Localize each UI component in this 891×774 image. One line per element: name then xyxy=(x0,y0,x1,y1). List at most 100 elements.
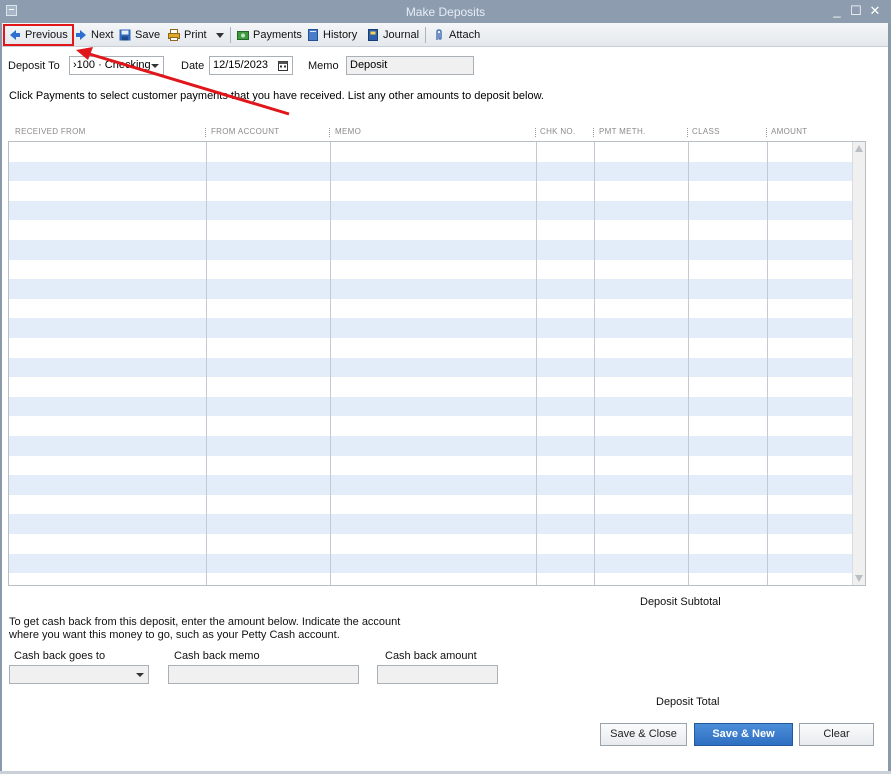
journal-label: Journal xyxy=(383,29,420,41)
col-header-received-from[interactable]: RECEIVED FROM xyxy=(15,127,86,136)
next-label: Next xyxy=(91,29,114,41)
col-divider xyxy=(767,142,768,585)
col-divider xyxy=(206,142,207,585)
date-value: 12/15/2023 xyxy=(213,59,269,71)
history-label: History xyxy=(323,29,358,41)
col-header-amount[interactable]: AMOUNT xyxy=(771,127,807,136)
cashback-instructions-line2: where you want this money to go, such as… xyxy=(9,629,340,641)
toolbar-separator xyxy=(230,27,231,43)
deposit-grid[interactable] xyxy=(8,141,866,586)
save-label: Save xyxy=(135,29,161,41)
scroll-down-icon[interactable] xyxy=(855,575,863,582)
scroll-up-icon[interactable] xyxy=(855,145,863,152)
memo-field[interactable]: Deposit xyxy=(346,56,474,75)
table-row[interactable] xyxy=(9,436,853,456)
table-row[interactable] xyxy=(9,142,853,162)
save-button[interactable]: Save xyxy=(116,26,163,44)
cashback-account-dropdown[interactable] xyxy=(9,665,149,684)
previous-label: Previous xyxy=(25,29,68,41)
close-button[interactable]: ✕ xyxy=(866,3,884,19)
col-divider xyxy=(330,142,331,585)
col-resize-handle[interactable] xyxy=(593,128,594,137)
deposit-to-label: Deposit To xyxy=(8,60,60,72)
calendar-icon[interactable] xyxy=(278,61,288,71)
col-divider xyxy=(688,142,689,585)
journal-button[interactable]: Journal xyxy=(364,26,422,44)
table-row[interactable] xyxy=(9,475,853,495)
table-row[interactable] xyxy=(9,161,853,182)
cashback-memo-label: Cash back memo xyxy=(174,650,260,662)
table-row[interactable] xyxy=(9,456,853,476)
print-label: Print xyxy=(184,29,207,41)
table-row[interactable] xyxy=(9,495,853,515)
col-header-from-account[interactable]: FROM ACCOUNT xyxy=(211,127,280,136)
date-field[interactable]: 12/15/2023 xyxy=(209,56,293,75)
form-body: Previous Next Save Print Payments Histor… xyxy=(2,23,888,771)
payments-button[interactable]: Payments xyxy=(234,26,305,44)
deposit-to-value: ›100 · Checking xyxy=(73,59,151,71)
chevron-down-icon xyxy=(216,32,224,38)
table-row[interactable] xyxy=(9,514,853,534)
header-fields: Deposit To ›100 · Checking Date 12/15/20… xyxy=(2,55,888,77)
arrow-left-icon xyxy=(10,30,20,40)
table-row[interactable] xyxy=(9,357,853,378)
maximize-button[interactable]: ☐ xyxy=(847,3,865,19)
col-resize-handle[interactable] xyxy=(535,128,536,137)
instructions-text: Click Payments to select customer paymen… xyxy=(9,90,544,102)
table-row[interactable] xyxy=(9,553,853,574)
minimize-button[interactable]: _ xyxy=(828,3,846,19)
table-row[interactable] xyxy=(9,299,853,319)
journal-book-icon xyxy=(368,29,378,41)
col-header-memo[interactable]: MEMO xyxy=(335,127,361,136)
table-row[interactable] xyxy=(9,534,853,554)
cashback-amount-field[interactable] xyxy=(377,665,498,684)
deposit-total-label: Deposit Total xyxy=(656,696,720,708)
floppy-disk-icon xyxy=(119,29,131,41)
col-resize-handle[interactable] xyxy=(766,128,767,137)
grid-header: RECEIVED FROM FROM ACCOUNT MEMO CHK NO. … xyxy=(8,127,866,141)
print-button[interactable]: Print xyxy=(165,26,210,44)
table-row[interactable] xyxy=(9,220,853,240)
table-row[interactable] xyxy=(9,240,853,260)
title-bar: Make Deposits _ ☐ ✕ xyxy=(0,0,891,23)
make-deposits-window: Make Deposits _ ☐ ✕ Previous Next Save P… xyxy=(0,0,891,774)
col-resize-handle[interactable] xyxy=(687,128,688,137)
print-dropdown-button[interactable] xyxy=(214,26,226,44)
save-close-button[interactable]: Save & Close xyxy=(600,723,687,746)
table-row[interactable] xyxy=(9,200,853,221)
col-resize-handle[interactable] xyxy=(329,128,330,137)
table-row[interactable] xyxy=(9,396,853,417)
col-divider xyxy=(536,142,537,585)
chevron-down-icon xyxy=(151,64,159,68)
table-row[interactable] xyxy=(9,377,853,397)
save-new-button[interactable]: Save & New xyxy=(694,723,793,746)
table-row[interactable] xyxy=(9,338,853,358)
table-row[interactable] xyxy=(9,279,853,299)
col-resize-handle[interactable] xyxy=(205,128,206,137)
next-button[interactable]: Next xyxy=(72,26,117,44)
grid-scrollbar[interactable] xyxy=(852,142,865,585)
attach-button[interactable]: Attach xyxy=(430,26,483,44)
cashback-memo-field[interactable] xyxy=(168,665,359,684)
memo-label: Memo xyxy=(308,60,339,72)
col-divider xyxy=(594,142,595,585)
table-row[interactable] xyxy=(9,573,853,585)
col-header-chk-no[interactable]: CHK NO. xyxy=(540,127,575,136)
previous-button[interactable]: Previous xyxy=(3,24,74,46)
col-header-class[interactable]: CLASS xyxy=(692,127,720,136)
clear-button[interactable]: Clear xyxy=(799,723,874,746)
deposit-subtotal-label: Deposit Subtotal xyxy=(640,596,721,608)
attach-label: Attach xyxy=(449,29,481,41)
table-row[interactable] xyxy=(9,318,853,338)
table-row[interactable] xyxy=(9,260,853,280)
col-header-pmt-meth[interactable]: PMT METH. xyxy=(599,127,646,136)
deposit-to-dropdown[interactable]: ›100 · Checking xyxy=(69,56,164,75)
cashback-instructions-line1: To get cash back from this deposit, ente… xyxy=(9,616,401,628)
history-button[interactable]: History xyxy=(304,26,360,44)
date-label: Date xyxy=(181,60,205,72)
history-book-icon xyxy=(308,29,318,41)
window-title: Make Deposits xyxy=(405,5,486,19)
cashback-goes-to-label: Cash back goes to xyxy=(14,650,106,662)
table-row[interactable] xyxy=(9,416,853,436)
table-row[interactable] xyxy=(9,181,853,201)
